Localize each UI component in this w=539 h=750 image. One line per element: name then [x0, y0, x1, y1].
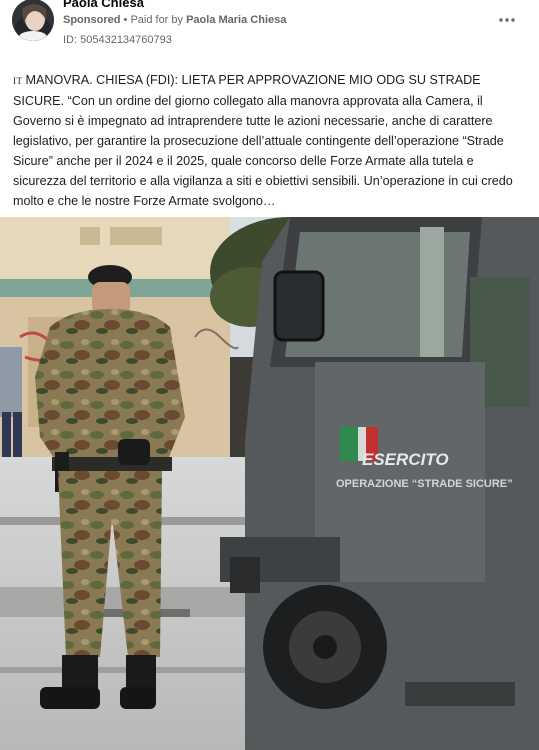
ad-id: ID: 505432134760793 [63, 34, 172, 46]
post-photo[interactable]: ESERCITO OPERAZIONE “STRADE SICURE” [0, 217, 539, 750]
more-horizontal-icon [499, 18, 515, 22]
post-body-text: MANOVRA. CHIESA (FDI): LIETA PER APPROVA… [13, 73, 513, 208]
vehicle-operation-text: OPERAZIONE “STRADE SICURE” [336, 478, 513, 490]
paid-by-prefix: Paid for by [130, 14, 184, 26]
author-name[interactable]: Paola Chiesa [63, 0, 144, 10]
military-vehicle: ESERCITO OPERAZIONE “STRADE SICURE” [220, 217, 539, 750]
post-body: IT MANOVRA. CHIESA (FDI): LIETA PER APPRO… [13, 70, 529, 211]
paid-by-name[interactable]: Paola Maria Chiesa [186, 14, 286, 26]
sponsored-line: Sponsored • Paid for by Paola Maria Chie… [63, 14, 286, 26]
more-options-button[interactable] [493, 8, 521, 32]
meta-separator: • [123, 14, 128, 26]
vehicle-logo-text: ESERCITO [362, 450, 449, 469]
author-avatar[interactable] [12, 0, 54, 41]
sponsored-label: Sponsored [63, 14, 121, 26]
post-header: Paola Chiesa Sponsored • Paid for by Pao… [0, 0, 539, 60]
country-code: IT [13, 76, 23, 86]
